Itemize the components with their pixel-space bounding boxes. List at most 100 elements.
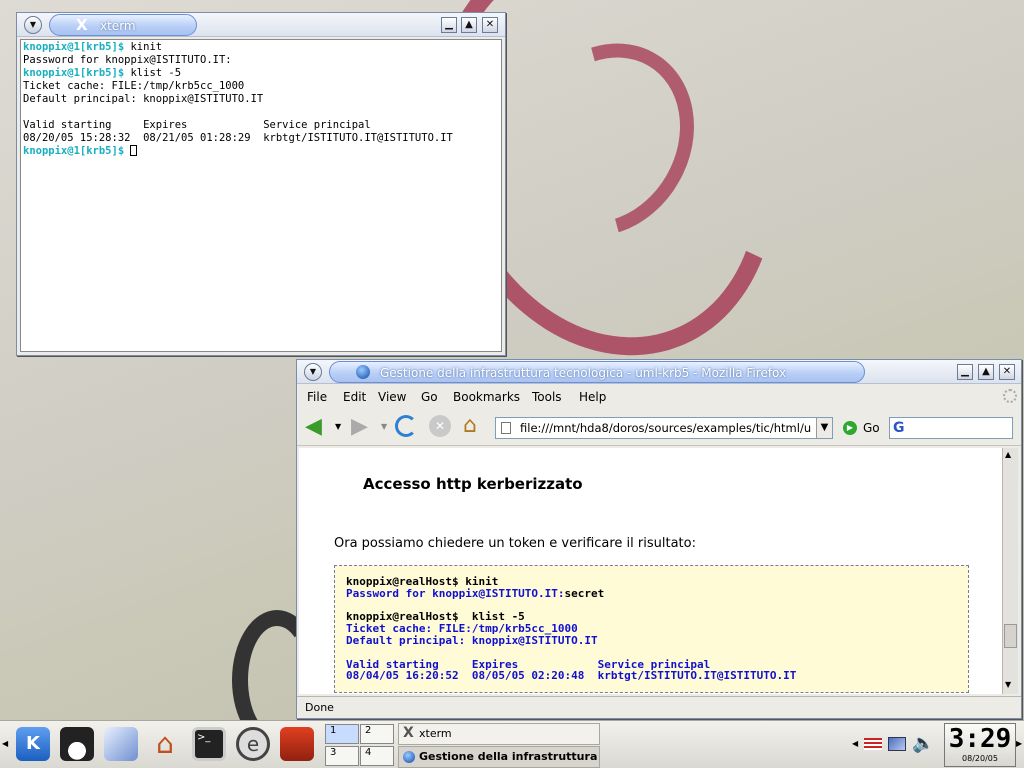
code-line: 08/04/05 16:20:52 08/05/05 02:20:48 krbt…: [346, 670, 968, 682]
status-text: Done: [305, 701, 334, 714]
terminal-line: Password for knoppix@ISTITUTO.IT:: [23, 54, 232, 66]
scroll-thumb[interactable]: [1004, 624, 1017, 648]
terminal-line: Valid starting Expires Service principal: [23, 119, 371, 131]
menu-bookmarks[interactable]: Bookmarks: [453, 390, 520, 404]
network-icon[interactable]: [888, 737, 906, 751]
url-input[interactable]: file:///mnt/hda8/doros/sources/examples/…: [495, 417, 833, 439]
task-xterm-label: xterm: [419, 727, 452, 740]
clock-time: 3:29: [948, 724, 1012, 754]
xterm-title: xterm: [100, 19, 136, 33]
firefox-globe-icon: [403, 751, 415, 763]
terminal-icon[interactable]: >_: [192, 727, 226, 761]
pager-label-2: 2: [365, 725, 372, 736]
navigation-toolbar: ◀ ▼ ▶ ▼ ✕ ⌂ file:///mnt/hda8/doros/sourc…: [297, 408, 1021, 446]
terminal-command: klist -5: [124, 67, 182, 79]
clock[interactable]: 3:29 08/20/05: [944, 723, 1016, 767]
home-folder-icon[interactable]: ⌂: [148, 727, 182, 761]
clock-date: 08/20/05: [962, 754, 998, 763]
task-xterm[interactable]: X xterm: [398, 723, 600, 745]
code-text: Password for knoppix@ISTITUTO.IT:: [346, 586, 565, 600]
menu-go[interactable]: Go: [421, 390, 438, 404]
window-menu-button[interactable]: ▼: [24, 16, 42, 34]
close-button[interactable]: ✕: [999, 364, 1015, 380]
back-arrow-icon[interactable]: ◀: [305, 416, 322, 438]
reload-icon[interactable]: [395, 415, 417, 437]
application-launcher-icon[interactable]: [280, 727, 314, 761]
firefox-titlebar[interactable]: ▼ Gestione della infrastruttura tecnolog…: [297, 360, 1021, 384]
xterm-window[interactable]: ▼ X xterm ▁ ▲ ✕ knoppix@1[krb5]$ kinit Pa…: [16, 12, 506, 356]
stop-icon[interactable]: ✕: [429, 415, 451, 437]
menu-help[interactable]: Help: [579, 390, 606, 404]
minimize-button[interactable]: ▁: [441, 17, 457, 33]
us-flag-icon[interactable]: [864, 738, 882, 750]
firefox-title-pill[interactable]: Gestione della infrastruttura tecnologic…: [329, 361, 865, 383]
code-input: secret: [564, 586, 605, 600]
pager-desktop-2[interactable]: 2: [360, 724, 394, 744]
terminal-line: knoppix@1[krb5]$ kinit: [23, 41, 499, 54]
go-button[interactable]: Go: [863, 421, 880, 435]
terminal-line: knoppix@1[krb5]$: [23, 145, 499, 158]
xterm-title-pill[interactable]: X xterm: [49, 14, 197, 36]
menu-view[interactable]: View: [378, 390, 406, 404]
terminal-prompt: knoppix@1[krb5]$: [23, 67, 125, 79]
panel-right-arrow-icon[interactable]: ▶: [1016, 739, 1022, 748]
page-icon: [501, 422, 511, 434]
terminal-prompt: knoppix@1[krb5]$: [23, 145, 125, 157]
code-text: 08/04/05 16:20:52 08/05/05 02:20:48 krbt…: [346, 669, 797, 683]
konqueror-icon[interactable]: e: [236, 727, 270, 761]
pager-desktop-1[interactable]: 1: [325, 724, 359, 744]
status-bar: Done: [297, 696, 1021, 718]
maximize-button[interactable]: ▲: [461, 17, 477, 33]
back-dropdown-icon[interactable]: ▼: [335, 422, 341, 431]
url-dropdown-button[interactable]: ▼: [816, 418, 832, 438]
home-icon[interactable]: ⌂: [463, 413, 477, 438]
desktop-settings-icon[interactable]: [104, 727, 138, 761]
search-input[interactable]: G: [889, 417, 1013, 439]
go-arrow-icon[interactable]: ▶: [843, 421, 857, 435]
google-icon: G: [893, 420, 905, 436]
vertical-scrollbar[interactable]: ▲ ▼: [1002, 448, 1018, 694]
pager-label-1: 1: [330, 725, 337, 736]
maximize-button[interactable]: ▲: [978, 364, 994, 380]
page-content: Accesso http kerberizzato Ora possiamo c…: [299, 448, 1002, 694]
terminal-area[interactable]: knoppix@1[krb5]$ kinit Password for knopp…: [20, 39, 502, 352]
x-logo-icon: X: [403, 725, 414, 741]
terminal-line: knoppix@1[krb5]$ klist -5: [23, 67, 499, 80]
page-heading: Accesso http kerberizzato: [363, 475, 583, 493]
forward-dropdown-icon[interactable]: ▼: [381, 422, 387, 431]
scroll-down-icon[interactable]: ▼: [1005, 680, 1011, 689]
firefox-window[interactable]: ▼ Gestione della infrastruttura tecnolog…: [296, 359, 1022, 719]
close-button[interactable]: ✕: [482, 17, 498, 33]
pager-label-3: 3: [330, 747, 337, 758]
code-line: Default principal: knoppix@ISTITUTO.IT: [346, 635, 968, 647]
pager-desktop-3[interactable]: 3: [325, 746, 359, 766]
xterm-titlebar[interactable]: ▼ X xterm ▁ ▲ ✕: [17, 13, 505, 37]
tux-penguin-icon[interactable]: [60, 727, 94, 761]
volume-icon[interactable]: 🔈: [912, 733, 934, 754]
terminal-command: kinit: [124, 41, 163, 53]
code-line: Password for knoppix@ISTITUTO.IT:secret: [346, 586, 968, 600]
terminal-prompt: knoppix@1[krb5]$: [23, 41, 125, 53]
scroll-up-icon[interactable]: ▲: [1005, 450, 1011, 459]
forward-arrow-icon[interactable]: ▶: [351, 416, 368, 438]
pager-desktop-4[interactable]: 4: [360, 746, 394, 766]
task-firefox[interactable]: Gestione della infrastruttura tecnologic…: [398, 746, 600, 768]
firefox-globe-icon: [356, 365, 370, 379]
panel-left-arrow-icon[interactable]: ◀: [2, 739, 8, 748]
minimize-button[interactable]: ▁: [957, 364, 973, 380]
tray-left-arrow-icon[interactable]: ◀: [852, 739, 858, 748]
terminal-line: Default principal: knoppix@ISTITUTO.IT: [23, 93, 264, 105]
taskbar: ◀ K ⌂ >_ e 1 2 3 4 X xterm Gestione dell…: [0, 720, 1024, 768]
menu-bar: File Edit View Go Bookmarks Tools Help: [297, 386, 1021, 408]
window-menu-button[interactable]: ▼: [304, 363, 322, 381]
menu-edit[interactable]: Edit: [343, 390, 366, 404]
menu-file[interactable]: File: [307, 390, 327, 404]
code-text: Default principal: knoppix@ISTITUTO.IT: [346, 633, 598, 647]
page-paragraph: Ora possiamo chiedere un token e verific…: [334, 536, 696, 551]
k-menu-icon[interactable]: K: [16, 727, 50, 761]
menu-tools[interactable]: Tools: [532, 390, 562, 404]
terminal-line: Ticket cache: FILE:/tmp/krb5cc_1000: [23, 80, 245, 92]
firefox-title: Gestione della infrastruttura tecnologic…: [380, 366, 787, 380]
pager-label-4: 4: [365, 747, 372, 758]
